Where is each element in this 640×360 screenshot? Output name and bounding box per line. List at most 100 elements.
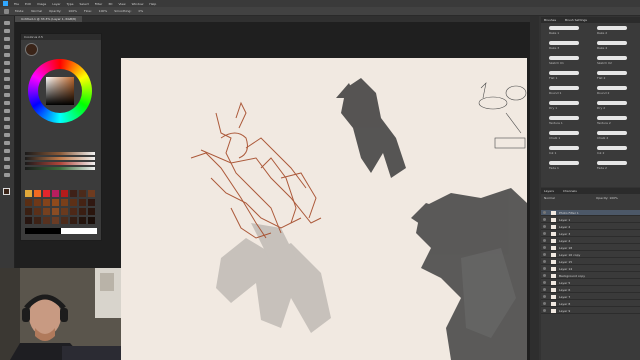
brush-preset-item[interactable]: Dry 2	[591, 100, 637, 110]
brush-preset-item[interactable]: Round 2	[591, 85, 637, 95]
tab-brushes[interactable]: Brushes	[544, 18, 556, 22]
palette-swatch[interactable]	[43, 208, 50, 215]
pen-tool-icon[interactable]	[3, 132, 11, 138]
palette-swatch[interactable]	[25, 199, 32, 206]
visibility-eye-icon[interactable]	[543, 232, 546, 235]
quick-select-tool-icon[interactable]	[3, 44, 11, 50]
brush-preset-item[interactable]: Sketch 02	[591, 55, 637, 65]
layer-row[interactable]: Photo Filter 1	[541, 210, 640, 216]
mode-dropdown[interactable]: Normal	[31, 9, 42, 13]
palette-swatch[interactable]	[25, 217, 32, 224]
visibility-eye-icon[interactable]	[543, 225, 546, 228]
brush-preset-item[interactable]: Fade 2	[591, 160, 637, 170]
visibility-eye-icon[interactable]	[543, 218, 546, 221]
visibility-eye-icon[interactable]	[543, 281, 546, 284]
menu-select[interactable]: Select	[80, 2, 89, 6]
path-select-tool-icon[interactable]	[3, 148, 11, 154]
visibility-eye-icon[interactable]	[543, 267, 546, 270]
palette-swatch[interactable]	[70, 217, 77, 224]
palette-swatch[interactable]	[79, 199, 86, 206]
visibility-eye-icon[interactable]	[543, 302, 546, 305]
palette-swatch[interactable]	[88, 208, 95, 215]
blend-mode-dropdown[interactable]: Normal	[544, 196, 555, 200]
brush-preset-item[interactable]: Ink 1	[543, 145, 589, 155]
layer-row[interactable]: Layer 5	[541, 280, 640, 286]
layer-row[interactable]: Layer 2	[541, 224, 640, 230]
brush-preset-item[interactable]: Flat 1	[543, 70, 589, 80]
palette-swatch[interactable]	[25, 208, 32, 215]
brush-preset-item[interactable]: Texture 2	[591, 115, 637, 125]
brush-preset-item[interactable]: Sketch 01	[543, 55, 589, 65]
palette-swatch[interactable]	[52, 190, 59, 197]
menu-window[interactable]: Window	[132, 2, 144, 6]
layer-row[interactable]: Layer 8	[541, 301, 640, 307]
palette-swatch[interactable]	[70, 199, 77, 206]
palette-swatch[interactable]	[43, 190, 50, 197]
type-tool-icon[interactable]	[3, 140, 11, 146]
lasso-tool-icon[interactable]	[3, 36, 11, 42]
menu-filter[interactable]: Filter	[95, 2, 102, 6]
palette-swatch[interactable]	[61, 217, 68, 224]
palette-swatch[interactable]	[79, 190, 86, 197]
smoothing-value[interactable]: 0%	[138, 9, 143, 13]
color-slider[interactable]	[25, 167, 95, 170]
menu-file[interactable]: File	[14, 2, 19, 6]
layer-row[interactable]: Layer 16 copy	[541, 252, 640, 258]
layer-opacity-value[interactable]: 100%	[609, 196, 618, 200]
stamp-tool-icon[interactable]	[3, 84, 11, 90]
blur-tool-icon[interactable]	[3, 116, 11, 122]
palette-swatch[interactable]	[43, 199, 50, 206]
layer-row[interactable]: Background copy	[541, 273, 640, 279]
marquee-tool-icon[interactable]	[3, 28, 11, 34]
menu-help[interactable]: Help	[149, 2, 156, 6]
dodge-tool-icon[interactable]	[3, 124, 11, 130]
brush-preset-item[interactable]: Ink 2	[591, 145, 637, 155]
palette-swatch[interactable]	[61, 190, 68, 197]
menu-image[interactable]: Image	[37, 2, 46, 6]
color-slider[interactable]	[25, 162, 95, 165]
crop-tool-icon[interactable]	[3, 52, 11, 58]
brush-preset-item[interactable]: Rake 1	[543, 25, 589, 35]
palette-swatch[interactable]	[88, 190, 95, 197]
menu-edit[interactable]: Edit	[25, 2, 31, 6]
visibility-eye-icon[interactable]	[543, 239, 546, 242]
foreground-background-colors[interactable]	[3, 188, 10, 195]
layer-row[interactable]: Layer 7	[541, 294, 640, 300]
layer-row[interactable]: Layer 15	[541, 259, 640, 265]
visibility-eye-icon[interactable]	[543, 309, 546, 312]
palette-swatch[interactable]	[70, 208, 77, 215]
photoshop-logo-icon[interactable]	[3, 1, 8, 6]
brush-preset-item[interactable]: Fade 1	[543, 160, 589, 170]
history-brush-tool-icon[interactable]	[3, 92, 11, 98]
brush-preset-item[interactable]: Flat 2	[591, 70, 637, 80]
menu-3d[interactable]: 3D	[108, 2, 112, 6]
brush-preset-item[interactable]: Chalk 2	[591, 130, 637, 140]
tab-layers[interactable]: Layers	[544, 189, 554, 193]
brush-preset-item[interactable]: Rake 2	[591, 25, 637, 35]
palette-swatch[interactable]	[88, 217, 95, 224]
layer-row[interactable]: Layer 1	[541, 217, 640, 223]
palette-swatch[interactable]	[43, 217, 50, 224]
palette-swatch[interactable]	[79, 217, 86, 224]
palette-swatch[interactable]	[34, 199, 41, 206]
eraser-tool-icon[interactable]	[3, 100, 11, 106]
brush-preset-item[interactable]: Dry 1	[543, 100, 589, 110]
visibility-eye-icon[interactable]	[543, 295, 546, 298]
color-slider[interactable]	[25, 157, 95, 160]
brush-tool-preset-icon[interactable]	[4, 8, 9, 14]
visibility-eye-icon[interactable]	[543, 211, 546, 214]
layer-row[interactable]: Layer 3	[541, 231, 640, 237]
palette-swatch[interactable]	[34, 208, 41, 215]
palette-swatch[interactable]	[52, 208, 59, 215]
opacity-value[interactable]: 100%	[68, 9, 77, 13]
tab-brush-settings[interactable]: Brush Settings	[565, 18, 587, 22]
eyedropper-tool-icon[interactable]	[3, 60, 11, 66]
palette-swatch[interactable]	[34, 217, 41, 224]
brush-tool-icon[interactable]	[3, 76, 11, 82]
color-wheel[interactable]	[28, 59, 92, 123]
layer-row[interactable]: Layer 9	[541, 308, 640, 314]
flow-value[interactable]: 100%	[99, 9, 108, 13]
layer-row[interactable]: Layer 6	[541, 287, 640, 293]
gradient-tool-icon[interactable]	[3, 108, 11, 114]
palette-swatch[interactable]	[34, 190, 41, 197]
